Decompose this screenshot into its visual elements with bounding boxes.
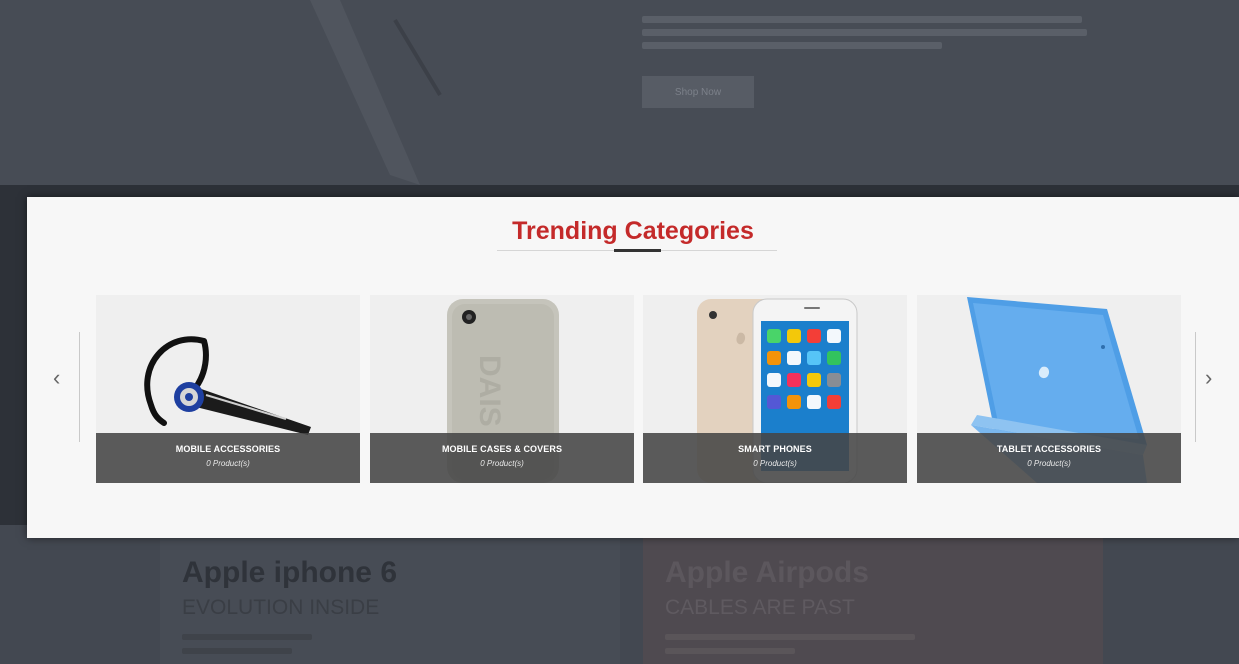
category-name: MOBILE CASES & COVERS (441, 444, 563, 454)
category-card[interactable]: DAIS MOBILE CASES & COVERS 0 Product(s) (370, 295, 634, 483)
hero-phone-image (310, 0, 442, 185)
trending-categories-modal: Trending Categories ‹ › MOBILE ACCESSORI… (27, 197, 1239, 538)
hero-shop-button[interactable]: Shop Now (642, 76, 754, 108)
category-name: SMART PHONES (738, 444, 812, 454)
category-count: 0 Product(s) (480, 459, 524, 468)
category-card[interactable]: TABLET ACCESSORIES 0 Product(s) (917, 295, 1181, 483)
category-caption: MOBILE CASES & COVERS 0 Product(s) (370, 433, 634, 483)
divider (79, 332, 80, 442)
category-count: 0 Product(s) (206, 459, 250, 468)
category-name: MOBILE ACCESSORIES (175, 444, 281, 454)
category-caption: MOBILE ACCESSORIES 0 Product(s) (96, 433, 360, 483)
promo-text-line (665, 648, 795, 654)
hero-description (642, 10, 1102, 55)
promo-airpods[interactable]: Apple Airpods CABLES ARE PAST (643, 538, 1103, 664)
modal-title: Trending Categories (512, 217, 754, 245)
promo-subtitle: EVOLUTION INSIDE (182, 596, 380, 619)
promo-iphone[interactable]: Apple iphone 6 EVOLUTION INSIDE (160, 538, 620, 664)
svg-text:DAIS: DAIS (473, 355, 506, 427)
promo-title: Apple Airpods (665, 556, 869, 589)
category-card[interactable]: SMART PHONES 0 Product(s) (643, 295, 907, 483)
category-caption: SMART PHONES 0 Product(s) (643, 433, 907, 483)
hero-banner: Shop Now (0, 0, 1239, 185)
promo-text-line (182, 648, 292, 654)
category-card[interactable]: MOBILE ACCESSORIES 0 Product(s) (96, 295, 360, 483)
chevron-right-icon[interactable]: › (1205, 365, 1212, 391)
category-name: TABLET ACCESSORIES (996, 444, 1102, 454)
category-count: 0 Product(s) (1027, 459, 1071, 468)
promo-text-line (182, 634, 312, 640)
promo-subtitle: CABLES ARE PAST (665, 596, 855, 619)
promo-text-line (665, 634, 915, 640)
chevron-left-icon[interactable]: ‹ (53, 365, 60, 391)
category-caption: TABLET ACCESSORIES 0 Product(s) (917, 433, 1181, 483)
title-underline-accent (614, 249, 661, 252)
divider (1195, 332, 1196, 442)
category-count: 0 Product(s) (753, 459, 797, 468)
promo-title: Apple iphone 6 (182, 556, 398, 589)
